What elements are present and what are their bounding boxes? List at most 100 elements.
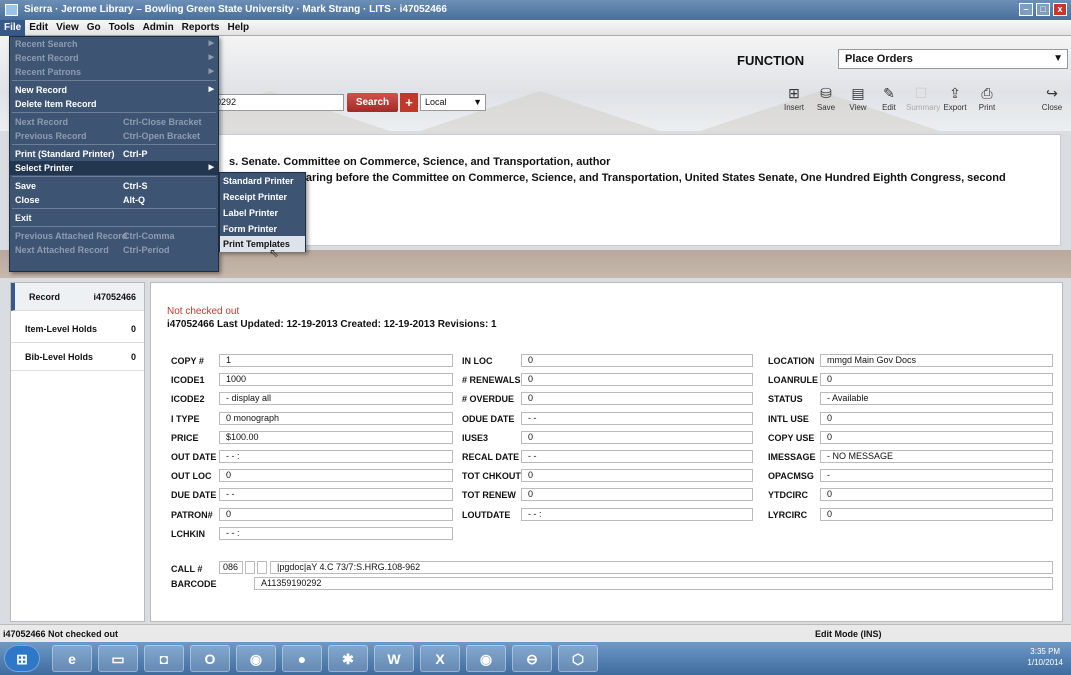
window-titlebar[interactable]: Sierra · Jerome Library – Bowling Green … — [0, 0, 1071, 20]
menu-item-form-printer[interactable]: Form Printer — [220, 221, 305, 237]
menu-item-recent-search[interactable]: Recent Search ▶ — [10, 37, 218, 51]
system-clock[interactable]: 3:35 PM 1/10/2014 — [1027, 646, 1063, 668]
field-value[interactable]: 1 — [219, 354, 453, 367]
field-value[interactable]: - — [820, 469, 1053, 483]
call-number-field[interactable]: |pgdoc|aY 4.C 73/7:S.HRG.108-962 — [270, 561, 1053, 574]
field-value[interactable]: - Available — [820, 392, 1053, 406]
virtualbox-taskbar-icon[interactable]: ⬡ — [558, 645, 598, 672]
menu-item-save[interactable]: Save Ctrl-S — [10, 179, 218, 193]
menu-divider — [12, 144, 216, 145]
menu-help[interactable]: Help — [223, 20, 253, 36]
acrobat-taskbar-icon[interactable]: ✱ — [328, 645, 368, 672]
call-tag-field[interactable]: 086 — [219, 561, 243, 574]
field-value[interactable]: - display all — [219, 392, 453, 406]
menu-item-print-templates[interactable]: Print Templates — [220, 236, 305, 252]
call-ind2-field[interactable] — [257, 561, 267, 574]
field-value[interactable]: 0 — [521, 469, 753, 483]
menu-item-previous-attached-record[interactable]: Previous Attached Record Ctrl-Comma — [10, 229, 218, 243]
sierra-taskbar-icon[interactable]: ⊖ — [512, 645, 552, 672]
field-value[interactable]: 0 — [820, 373, 1053, 387]
menu-admin[interactable]: Admin — [139, 20, 178, 36]
chevron-down-icon: ▼ — [473, 97, 482, 107]
app-taskbar-icon[interactable]: ◘ — [144, 645, 184, 672]
menu-item-standard-printer[interactable]: Standard Printer — [220, 173, 305, 189]
menu-item-delete-item-record[interactable]: Delete Item Record — [10, 97, 218, 111]
toolbar-view-button[interactable]: ▤ View — [843, 86, 873, 112]
field-value[interactable]: 0 — [521, 373, 753, 387]
excel-taskbar-icon[interactable]: X — [420, 645, 460, 672]
ie-taskbar-icon[interactable]: e — [52, 645, 92, 672]
search-input[interactable]: 90292 — [206, 94, 344, 111]
start-button[interactable]: ⊞ — [4, 645, 40, 672]
field-value[interactable]: 0 — [820, 430, 1053, 444]
field-value[interactable]: 0 — [820, 507, 1053, 521]
menu-item-label: New Record — [15, 85, 68, 95]
menu-item-label-printer[interactable]: Label Printer — [220, 205, 305, 221]
field-value[interactable]: - - — [521, 450, 753, 463]
chrome-taskbar-icon-2[interactable]: ◉ — [466, 645, 506, 672]
field-value[interactable]: 0 monograph — [219, 411, 453, 425]
field-value[interactable]: 0 — [521, 392, 753, 406]
toolbar-save-button[interactable]: ⛁ Save — [811, 86, 841, 112]
field-value[interactable]: 0 — [521, 430, 753, 444]
call-ind1-field[interactable] — [245, 561, 255, 574]
field-value[interactable]: 0 — [219, 507, 453, 521]
field-value[interactable]: 0 — [521, 354, 753, 367]
menu-edit[interactable]: Edit — [25, 20, 52, 36]
field-value[interactable]: - - : — [219, 450, 453, 463]
field-value[interactable]: 0 — [521, 488, 753, 502]
chevron-right-icon: ▶ — [208, 68, 214, 75]
field-value[interactable]: - - — [521, 411, 753, 425]
maximize-icon[interactable]: □ — [1036, 3, 1050, 16]
menu-shortcut: Ctrl-Close Bracket — [123, 117, 202, 127]
toolbar-print-button[interactable]: ⎙ Print — [972, 86, 1002, 112]
field-value[interactable]: - - : — [219, 526, 453, 540]
tab-record[interactable]: Record i47052466 — [11, 283, 144, 311]
firefox-taskbar-icon[interactable]: ● — [282, 645, 322, 672]
toolbar-summary-button[interactable]: ☐ Summary — [906, 86, 940, 112]
close-window-icon[interactable]: x — [1053, 3, 1067, 16]
call-label: CALL # — [171, 564, 203, 574]
field-value[interactable]: 0 — [820, 411, 1053, 425]
barcode-field[interactable]: A11359190292 — [254, 577, 1053, 590]
outlook-taskbar-icon[interactable]: O — [190, 645, 230, 672]
menu-item-close[interactable]: Close Alt-Q — [10, 193, 218, 207]
menu-reports[interactable]: Reports — [178, 20, 224, 36]
menu-item-next-record[interactable]: Next Record Ctrl-Close Bracket — [10, 115, 218, 129]
menu-file[interactable]: File — [0, 20, 26, 36]
word-taskbar-icon[interactable]: W — [374, 645, 414, 672]
menu-view[interactable]: View — [52, 20, 83, 36]
field-value[interactable]: - - : — [521, 507, 753, 521]
field-value[interactable]: $100.00 — [219, 430, 453, 444]
toolbar-close-button[interactable]: ↪ Close — [1037, 86, 1067, 112]
menu-item-previous-record[interactable]: Previous Record Ctrl-Open Bracket — [10, 129, 218, 143]
scope-select[interactable]: Local ▼ — [420, 94, 486, 111]
menu-item-recent-record[interactable]: Recent Record ▶ — [10, 51, 218, 65]
menu-go[interactable]: Go — [83, 20, 105, 36]
field-value[interactable]: 1000 — [219, 373, 453, 387]
minimize-icon[interactable]: – — [1019, 3, 1033, 16]
menu-item-select-printer[interactable]: Select Printer ▶ — [10, 161, 218, 175]
toolbar-insert-button[interactable]: ⊞ Insert — [779, 86, 809, 112]
folder-taskbar-icon[interactable]: ▭ — [98, 645, 138, 672]
search-button[interactable]: Search — [347, 93, 398, 112]
menu-item-recent-patrons[interactable]: Recent Patrons ▶ — [10, 65, 218, 79]
field-value[interactable]: 0 — [219, 469, 453, 483]
chrome-taskbar-icon[interactable]: ◉ — [236, 645, 276, 672]
toolbar-export-button[interactable]: ⇪ Export — [940, 86, 970, 112]
menu-item-new-record[interactable]: New Record ▶ — [10, 83, 218, 97]
menu-item-print-standard[interactable]: Print (Standard Printer) Ctrl-P — [10, 147, 218, 161]
menu-item-next-attached-record[interactable]: Next Attached Record Ctrl-Period — [10, 243, 218, 257]
field-value[interactable]: 0 — [820, 488, 1053, 502]
field-value[interactable]: - NO MESSAGE — [820, 450, 1053, 463]
tab-item-level-holds[interactable]: Item-Level Holds 0 — [11, 315, 144, 343]
field-value[interactable]: - - — [219, 488, 453, 502]
tab-bib-level-holds[interactable]: Bib-Level Holds 0 — [11, 343, 144, 371]
menu-tools[interactable]: Tools — [105, 20, 139, 36]
menu-item-receipt-printer[interactable]: Receipt Printer — [220, 189, 305, 205]
field-value[interactable]: mmgd Main Gov Docs — [820, 354, 1053, 367]
toolbar-edit-button[interactable]: ✎ Edit — [874, 86, 904, 112]
add-search-button[interactable]: + — [400, 93, 418, 112]
menu-item-exit[interactable]: Exit — [10, 211, 218, 225]
function-select[interactable]: Place Orders ▼ — [838, 49, 1068, 69]
